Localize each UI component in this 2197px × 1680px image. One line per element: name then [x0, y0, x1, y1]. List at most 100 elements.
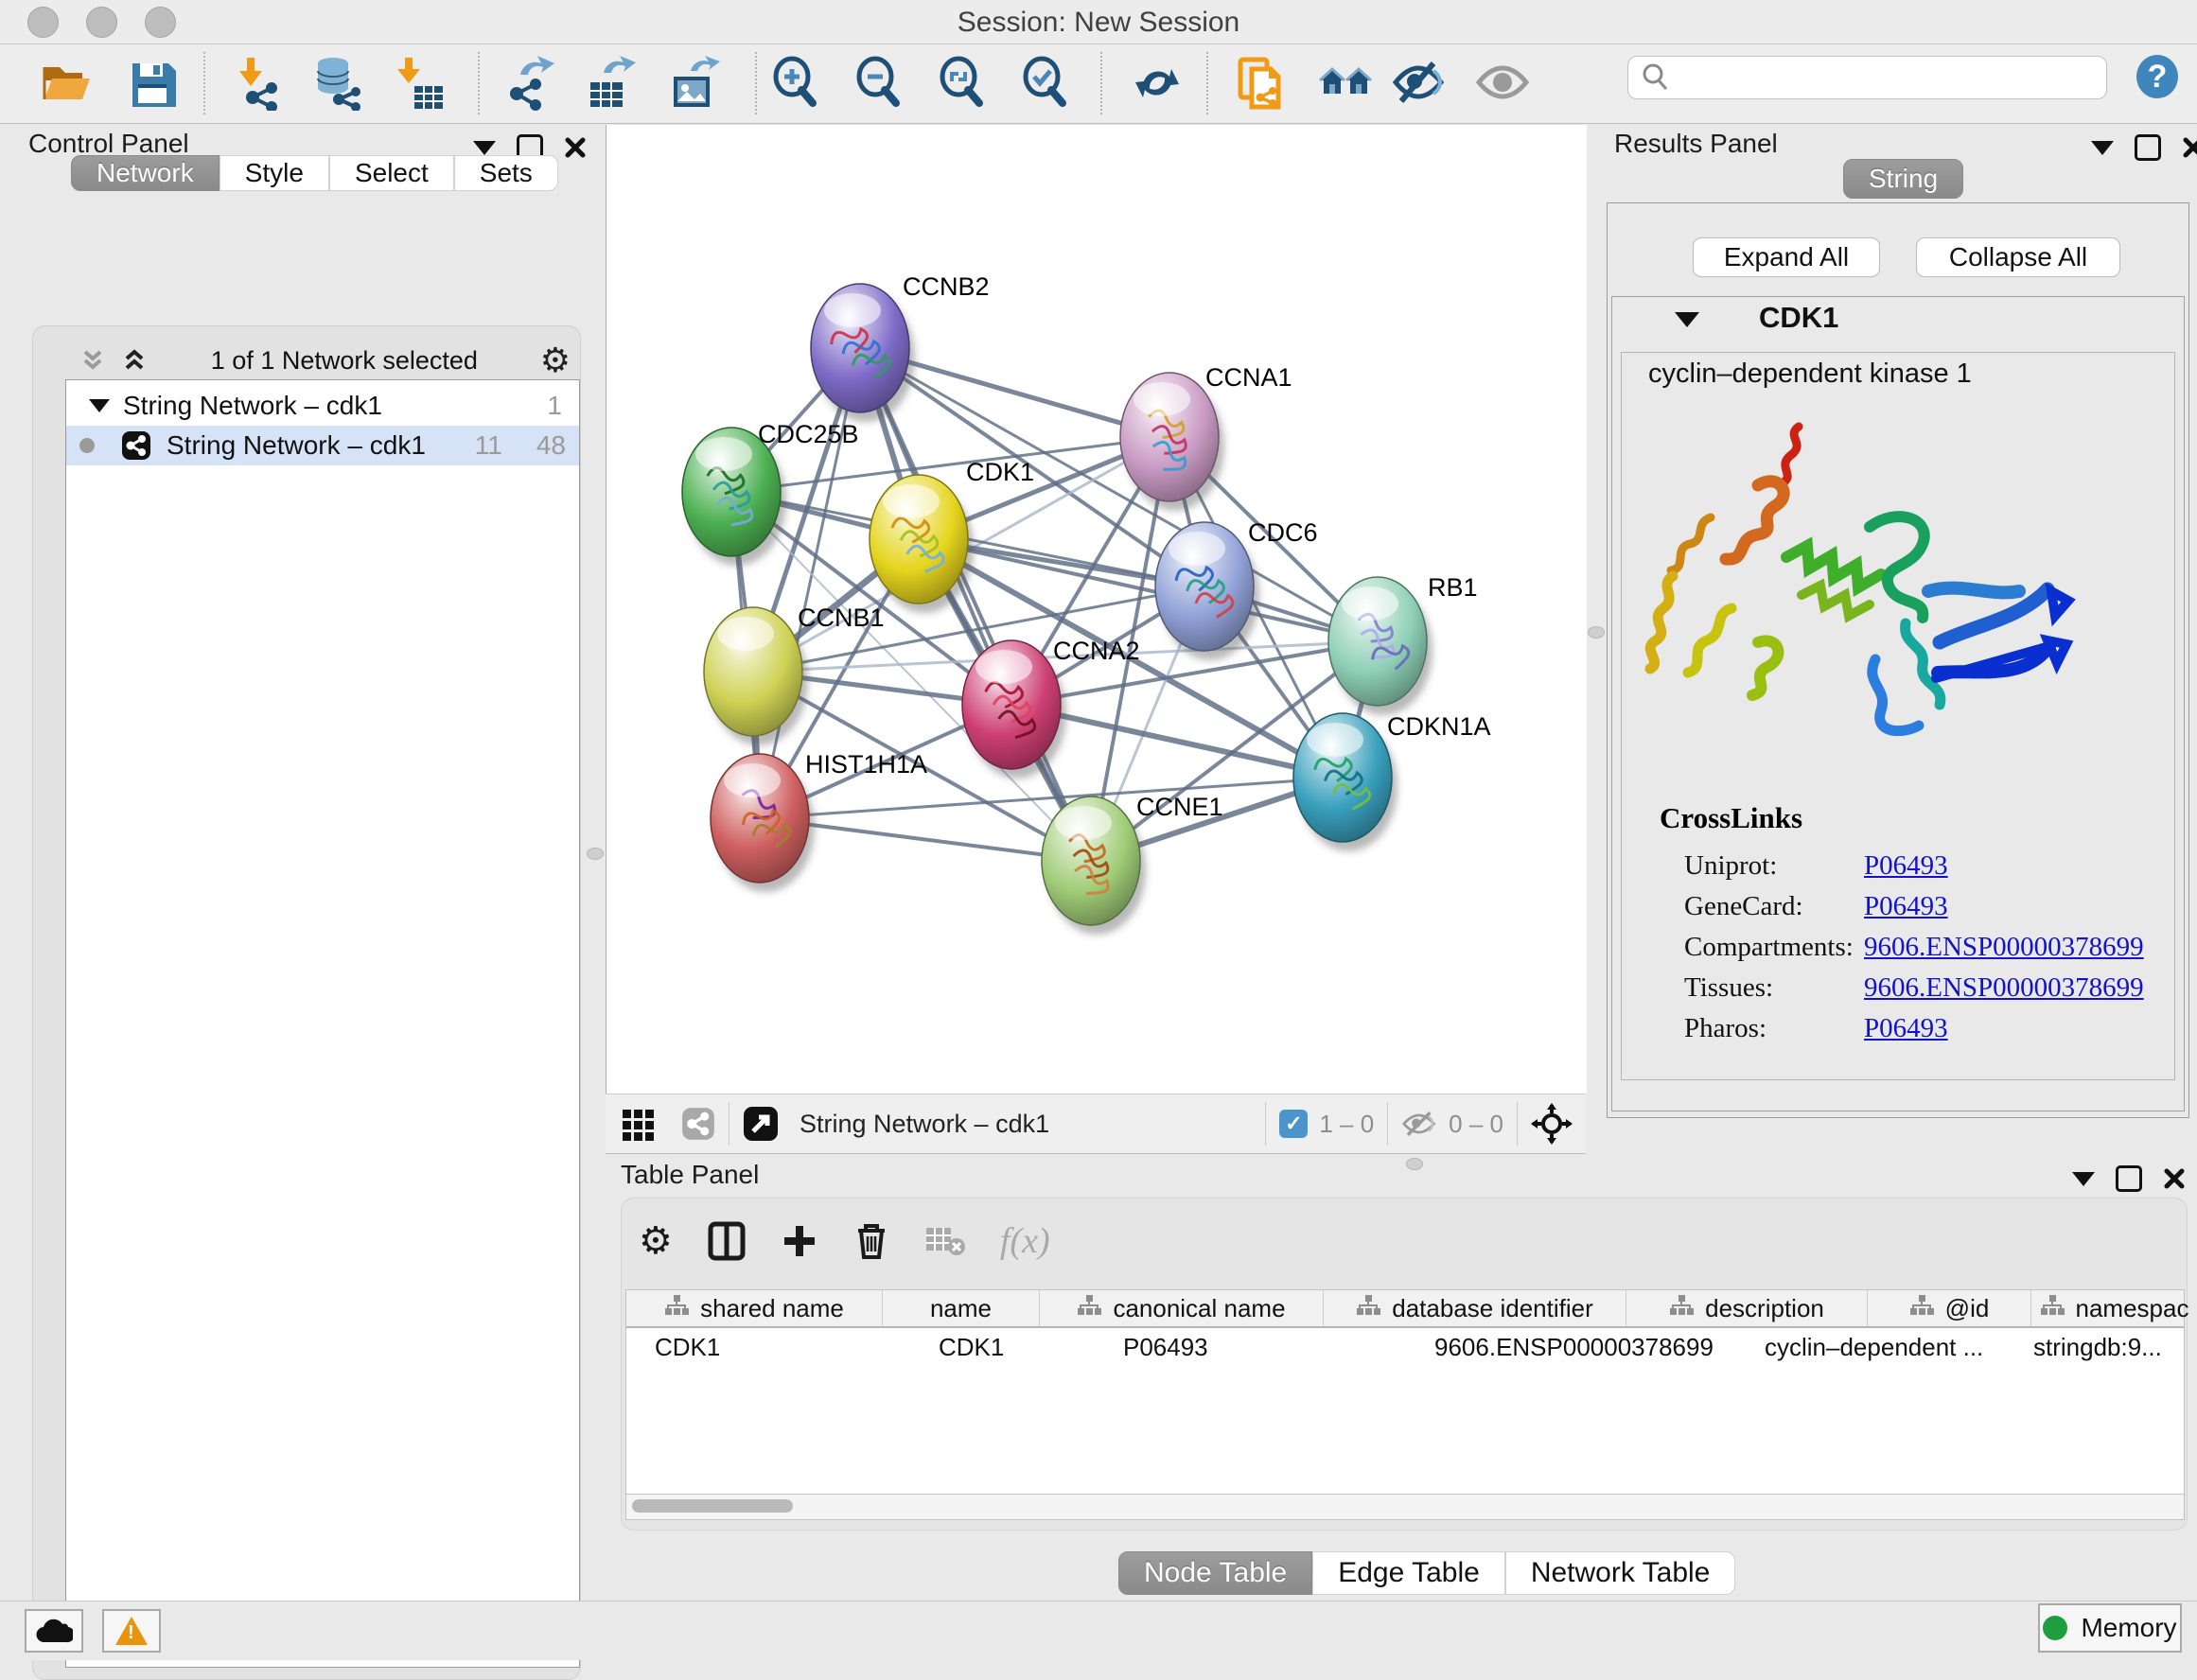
search-field[interactable]: [1627, 56, 2107, 99]
column-header-label: description: [1705, 1294, 1824, 1323]
column-header-namespac[interactable]: namespac: [2031, 1290, 2197, 1326]
column-header-database-identifier[interactable]: database identifier: [1324, 1290, 1626, 1326]
collapse-all-button[interactable]: Collapse All: [1916, 237, 2120, 277]
panel-close-icon[interactable]: [2182, 136, 2197, 159]
network-list-gear-icon[interactable]: ⚙: [540, 341, 571, 380]
network-node-cdc25b[interactable]: CDC25B: [682, 420, 859, 566]
table-body: CDK1CDK1P064939606.ENSP00000378699cyclin…: [626, 1328, 2184, 1366]
tab-sets[interactable]: Sets: [454, 155, 558, 191]
add-column-icon[interactable]: [781, 1222, 818, 1260]
network-node-ccnb2[interactable]: CCNB2: [811, 272, 990, 422]
network-icon: [121, 430, 151, 461]
warnings-button[interactable]: !: [102, 1609, 161, 1653]
tab-network-table[interactable]: Network Table: [1505, 1551, 1736, 1595]
network-graph[interactable]: CCNB2CCNA1CDC25BCDK1CDC6RB1CCNB1CCNA2CDK…: [606, 125, 1587, 1094]
crosslink-link[interactable]: P06493: [1864, 850, 1948, 882]
export-network-icon[interactable]: [501, 54, 557, 113]
column-header-shared-name[interactable]: shared name: [626, 1290, 883, 1326]
tab-style[interactable]: Style: [220, 155, 329, 191]
network-tree-row[interactable]: String Network – cdk1 11 48: [66, 426, 579, 465]
panel-menu-icon[interactable]: [2072, 1172, 2095, 1186]
table-panel: Table Panel ⚙ f(x) shared namenamecanoni…: [596, 1156, 2197, 1601]
panel-close-icon[interactable]: [564, 136, 587, 159]
panel-close-icon[interactable]: [2163, 1167, 2186, 1190]
control-panel-tabs: NetworkStyleSelectSets: [71, 155, 558, 191]
network-tree-root-row[interactable]: String Network – cdk1 1: [66, 386, 579, 426]
node-table[interactable]: shared namenamecanonical namedatabase id…: [625, 1289, 2185, 1495]
network-edge[interactable]: [760, 348, 860, 818]
network-edge-count: 48: [536, 430, 566, 461]
section-collapse-icon[interactable]: [1675, 312, 1699, 327]
cloud-services-button[interactable]: [25, 1609, 83, 1653]
panel-float-icon[interactable]: [2116, 1165, 2142, 1192]
crosslink-link[interactable]: 9606.ENSP00000378699: [1864, 932, 2144, 963]
hide-selected-icon[interactable]: [1391, 54, 1448, 113]
column-header-name[interactable]: name: [883, 1290, 1040, 1326]
delete-column-icon[interactable]: [852, 1221, 890, 1261]
network-list-header: 1 of 1 Network selected ⚙: [65, 340, 580, 381]
network-node-hist1h1a[interactable]: HIST1H1A: [711, 750, 927, 892]
panel-menu-icon[interactable]: [473, 141, 496, 155]
open-file-icon[interactable]: [38, 54, 95, 113]
tab-node-table[interactable]: Node Table: [1118, 1551, 1312, 1595]
show-all-icon[interactable]: [1474, 54, 1531, 113]
fit-content-crosshair-icon[interactable]: [1531, 1103, 1573, 1145]
zoom-fit-icon[interactable]: [933, 54, 990, 113]
network-node-cdc6[interactable]: CDC6: [1155, 518, 1318, 660]
collapse-all-tree-icon[interactable]: [120, 346, 149, 375]
tab-select[interactable]: Select: [329, 155, 454, 191]
network-overview-icon[interactable]: [681, 1107, 715, 1141]
table-row[interactable]: CDK1CDK1P064939606.ENSP00000378699cyclin…: [626, 1328, 2184, 1366]
crosslink-link[interactable]: P06493: [1864, 891, 1948, 922]
network-canvas[interactable]: CCNB2CCNA1CDC25BCDK1CDC6RB1CCNB1CCNA2CDK…: [606, 125, 1587, 1094]
network-node-ccnb1[interactable]: CCNB1: [704, 604, 885, 745]
import-network-file-icon[interactable]: [231, 54, 288, 113]
zoom-in-icon[interactable]: [766, 54, 823, 113]
crosslink-link[interactable]: 9606.ENSP00000378699: [1864, 972, 2144, 1004]
column-type-icon: [1669, 1294, 1694, 1323]
tab-string[interactable]: String: [1843, 159, 1963, 199]
network-edge[interactable]: [860, 348, 1091, 861]
selected-checkbox-icon[interactable]: ✓: [1279, 1110, 1308, 1138]
node-label: CDC6: [1248, 518, 1318, 547]
import-network-database-icon[interactable]: [309, 54, 366, 113]
zoom-out-icon[interactable]: [850, 54, 906, 113]
tab-network[interactable]: Network: [71, 155, 220, 191]
crosslink-link[interactable]: P06493: [1864, 1013, 1948, 1044]
network-node-rb1[interactable]: RB1: [1328, 573, 1478, 715]
left-splitter-handle[interactable]: [587, 848, 604, 860]
column-header-description[interactable]: description: [1626, 1290, 1868, 1326]
tab-edge-table[interactable]: Edge Table: [1312, 1551, 1505, 1595]
apply-layout-icon[interactable]: [1129, 54, 1186, 113]
open-in-window-icon[interactable]: [743, 1106, 779, 1142]
scrollbar-thumb[interactable]: [632, 1499, 793, 1513]
tree-collapse-icon[interactable]: [89, 399, 110, 412]
birds-eye-view-icon[interactable]: [621, 1106, 657, 1142]
network-node-cdkn1a[interactable]: CDKN1A: [1293, 712, 1491, 851]
first-neighbors-icon[interactable]: [1317, 54, 1374, 113]
zoom-selected-icon[interactable]: [1016, 54, 1073, 113]
memory-button[interactable]: Memory: [2038, 1603, 2182, 1653]
export-table-icon[interactable]: [582, 54, 639, 113]
import-table-icon[interactable]: [391, 54, 448, 113]
panel-menu-icon[interactable]: [2091, 141, 2114, 155]
panel-float-icon[interactable]: [2135, 134, 2161, 161]
duplicate-network-icon[interactable]: [1234, 54, 1291, 113]
table-horizontal-scrollbar[interactable]: [625, 1494, 2185, 1520]
table-settings-gear-icon[interactable]: ⚙: [639, 1219, 673, 1263]
network-node-ccna1[interactable]: CCNA1: [1120, 363, 1292, 511]
crosslink-label: Tissues:: [1684, 972, 1864, 1004]
search-input[interactable]: [1679, 58, 2106, 97]
save-session-icon[interactable]: [124, 54, 181, 113]
column-header-canonical-name[interactable]: canonical name: [1040, 1290, 1324, 1326]
column-header-@id[interactable]: @id: [1868, 1290, 2031, 1326]
help-icon[interactable]: ?: [2136, 55, 2178, 98]
export-image-icon[interactable]: [667, 54, 724, 113]
column-type-icon: [1356, 1294, 1380, 1323]
app-statusbar: ! Memory: [0, 1601, 2197, 1660]
table-cell: cyclin–dependent ...: [1736, 1328, 2005, 1366]
show-columns-icon[interactable]: [707, 1221, 747, 1261]
expand-all-tree-icon[interactable]: [79, 346, 107, 375]
expand-all-button[interactable]: Expand All: [1693, 237, 1880, 277]
network-node-ccne1[interactable]: CCNE1: [1042, 793, 1223, 935]
